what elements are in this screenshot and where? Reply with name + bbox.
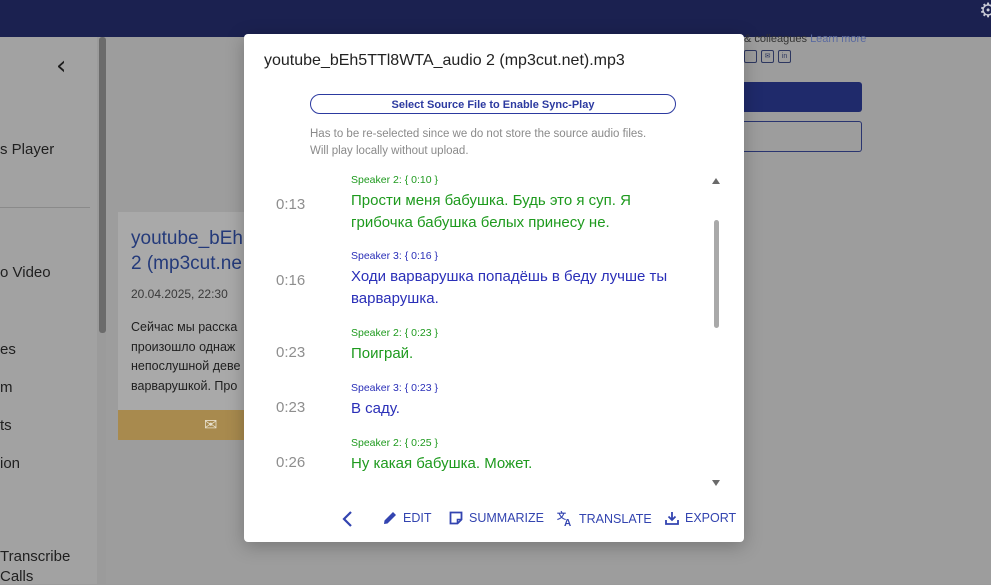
segment-speaker: Speaker 3: { 0:16 }	[351, 250, 438, 262]
back-chevron-icon[interactable]: ‹	[56, 51, 66, 81]
segment-time[interactable]: 0:26	[276, 454, 305, 471]
sidebar-item[interactable]: s Player	[0, 141, 54, 158]
segment-speaker: Speaker 2: { 0:25 }	[351, 437, 438, 449]
segment-time[interactable]: 0:23	[276, 399, 305, 416]
segment-speaker: Speaker 2: { 0:10 }	[351, 174, 438, 186]
segment-speaker: Speaker 3: { 0:23 }	[351, 382, 438, 394]
pencil-icon	[384, 512, 396, 524]
mail-icon[interactable]: ✉	[761, 50, 774, 63]
scroll-down-arrow-icon[interactable]	[712, 480, 720, 486]
segment-time[interactable]: 0:13	[276, 196, 305, 213]
sidebar-divider	[0, 207, 90, 208]
segment-time[interactable]: 0:16	[276, 272, 305, 289]
sidebar-item[interactable]: m	[0, 379, 13, 396]
segment-text[interactable]: Прости меня бабушка. Будь это я суп. Я г…	[351, 190, 691, 234]
primary-button[interactable]	[744, 82, 862, 112]
back-button[interactable]	[342, 510, 354, 528]
transcript-scrollbar[interactable]	[710, 174, 720, 492]
card-footer: ✉	[118, 410, 248, 440]
secondary-button[interactable]	[744, 121, 862, 152]
translate-button[interactable]: 文A TRANSLATE	[557, 510, 652, 527]
segment-text[interactable]: Ходи варварушка попадёшь в беду лучше ты…	[351, 266, 691, 310]
svg-text:A: A	[564, 518, 571, 527]
download-icon	[665, 512, 679, 525]
page-scrollbar[interactable]	[99, 37, 106, 333]
sidebar-item[interactable]: Transcribe	[0, 548, 70, 565]
share-text: & colleagues Learn more	[744, 33, 867, 45]
scroll-up-arrow-icon[interactable]	[712, 178, 720, 184]
edit-label: EDIT	[403, 511, 432, 525]
mail-icon[interactable]: ✉	[204, 415, 217, 435]
edit-button[interactable]: EDIT	[382, 510, 431, 526]
card-title: youtube_bEh 2 (mp3cut.ne	[131, 228, 243, 274]
share-icon[interactable]	[744, 50, 757, 63]
share-icons: ✉ in	[744, 50, 791, 63]
note-icon	[449, 511, 463, 525]
transcript-card[interactable]: youtube_bEh 2 (mp3cut.ne 20.04.2025, 22:…	[118, 212, 248, 440]
top-bar: ⚙	[0, 0, 991, 37]
summarize-label: SUMMARIZE	[469, 511, 544, 525]
learn-more-link[interactable]: Learn more	[810, 33, 866, 45]
segment-text[interactable]: Поиграй.	[351, 343, 691, 365]
sidebar-item[interactable]: ion	[0, 455, 20, 472]
segment-speaker: Speaker 2: { 0:23 }	[351, 327, 438, 339]
sidebar: ‹ s Player o Video es m ts ion Transcrib…	[0, 37, 97, 585]
card-preview: Сейчас мы расска произошло однаж непослу…	[131, 320, 241, 393]
scrollbar-thumb[interactable]	[714, 220, 719, 328]
gear-icon[interactable]: ⚙	[979, 0, 991, 22]
select-source-file-button[interactable]: Select Source File to Enable Sync-Play	[310, 94, 676, 114]
sidebar-item[interactable]: ts	[0, 417, 12, 434]
modal-action-bar: EDIT SUMMARIZE 文A TRANSLATE EXPORT	[244, 504, 744, 534]
sync-hint: Has to be re-selected since we do not st…	[310, 128, 647, 157]
export-label: EXPORT	[685, 511, 737, 525]
segment-time[interactable]: 0:23	[276, 344, 305, 361]
chevron-left-icon	[342, 511, 352, 527]
segment-text[interactable]: Ну какая бабушка. Может.	[351, 453, 691, 475]
segment-text[interactable]: В саду.	[351, 398, 691, 420]
summarize-button[interactable]: SUMMARIZE	[448, 510, 544, 526]
sidebar-item[interactable]: es	[0, 341, 16, 358]
card-date: 20.04.2025, 22:30	[131, 287, 228, 301]
translate-label: TRANSLATE	[579, 511, 652, 526]
linkedin-icon[interactable]: in	[778, 50, 791, 63]
transcript-list[interactable]: 0:13 Speaker 2: { 0:10 } Прости меня баб…	[244, 170, 714, 490]
modal-title: youtube_bEh5TTl8WTA_audio 2 (mp3cut.net)…	[264, 52, 625, 69]
sidebar-item[interactable]: o Video	[0, 264, 51, 281]
transcript-modal: youtube_bEh5TTl8WTA_audio 2 (mp3cut.net)…	[244, 34, 744, 542]
translate-icon: 文A	[557, 510, 571, 527]
sidebar-item[interactable]: Calls	[0, 568, 33, 585]
export-button[interactable]: EXPORT	[664, 510, 736, 526]
